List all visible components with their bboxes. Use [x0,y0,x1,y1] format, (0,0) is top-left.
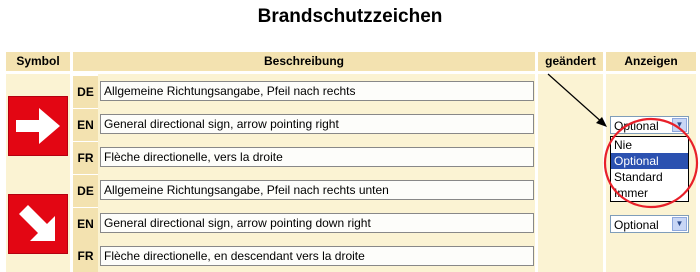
description-field-en[interactable]: General directional sign, arrow pointing… [100,213,534,233]
lang-label-fr: FR [73,240,98,272]
dropdown-option-nie[interactable]: Nie [611,137,688,153]
dropdown-option-standard[interactable]: Standard [611,169,688,185]
lang-label-en: EN [73,109,98,141]
description-field-fr[interactable]: Flèche directionelle, vers la droite [100,147,534,167]
display-select[interactable]: Optional ▼ [610,116,689,134]
display-select-value: Optional [614,218,659,232]
description-column [98,74,535,272]
description-field-de[interactable]: Allgemeine Richtungsangabe, Pfeil nach r… [100,81,534,101]
display-select[interactable]: Optional ▼ [610,215,689,233]
description-field-de[interactable]: Allgemeine Richtungsangabe, Pfeil nach r… [100,180,534,200]
lang-label-de: DE [73,76,98,108]
display-select-value: Optional [614,119,659,133]
description-field-fr[interactable]: Flèche directionelle, en descendant vers… [100,246,534,266]
description-field-en[interactable]: General directional sign, arrow pointing… [100,114,534,134]
arrow-right-icon [8,96,68,156]
header-beschreibung: Beschreibung [73,52,535,71]
dropdown-option-immer[interactable]: Immer [611,185,688,201]
changed-column [538,74,603,272]
dropdown-option-optional[interactable]: Optional [611,153,688,169]
display-dropdown-list: Nie Optional Standard Immer [610,136,689,202]
lang-label-fr: FR [73,142,98,174]
chevron-down-icon[interactable]: ▼ [672,217,687,231]
header-geaendert: geändert [538,52,603,71]
lang-label-en: EN [73,208,98,240]
chevron-down-icon[interactable]: ▼ [672,118,687,132]
arrow-down-right-icon [8,194,68,254]
lang-label-de: DE [73,175,98,207]
header-anzeigen: Anzeigen [606,52,696,71]
header-symbol: Symbol [6,52,70,71]
page-title: Brandschutzzeichen [257,6,443,27]
